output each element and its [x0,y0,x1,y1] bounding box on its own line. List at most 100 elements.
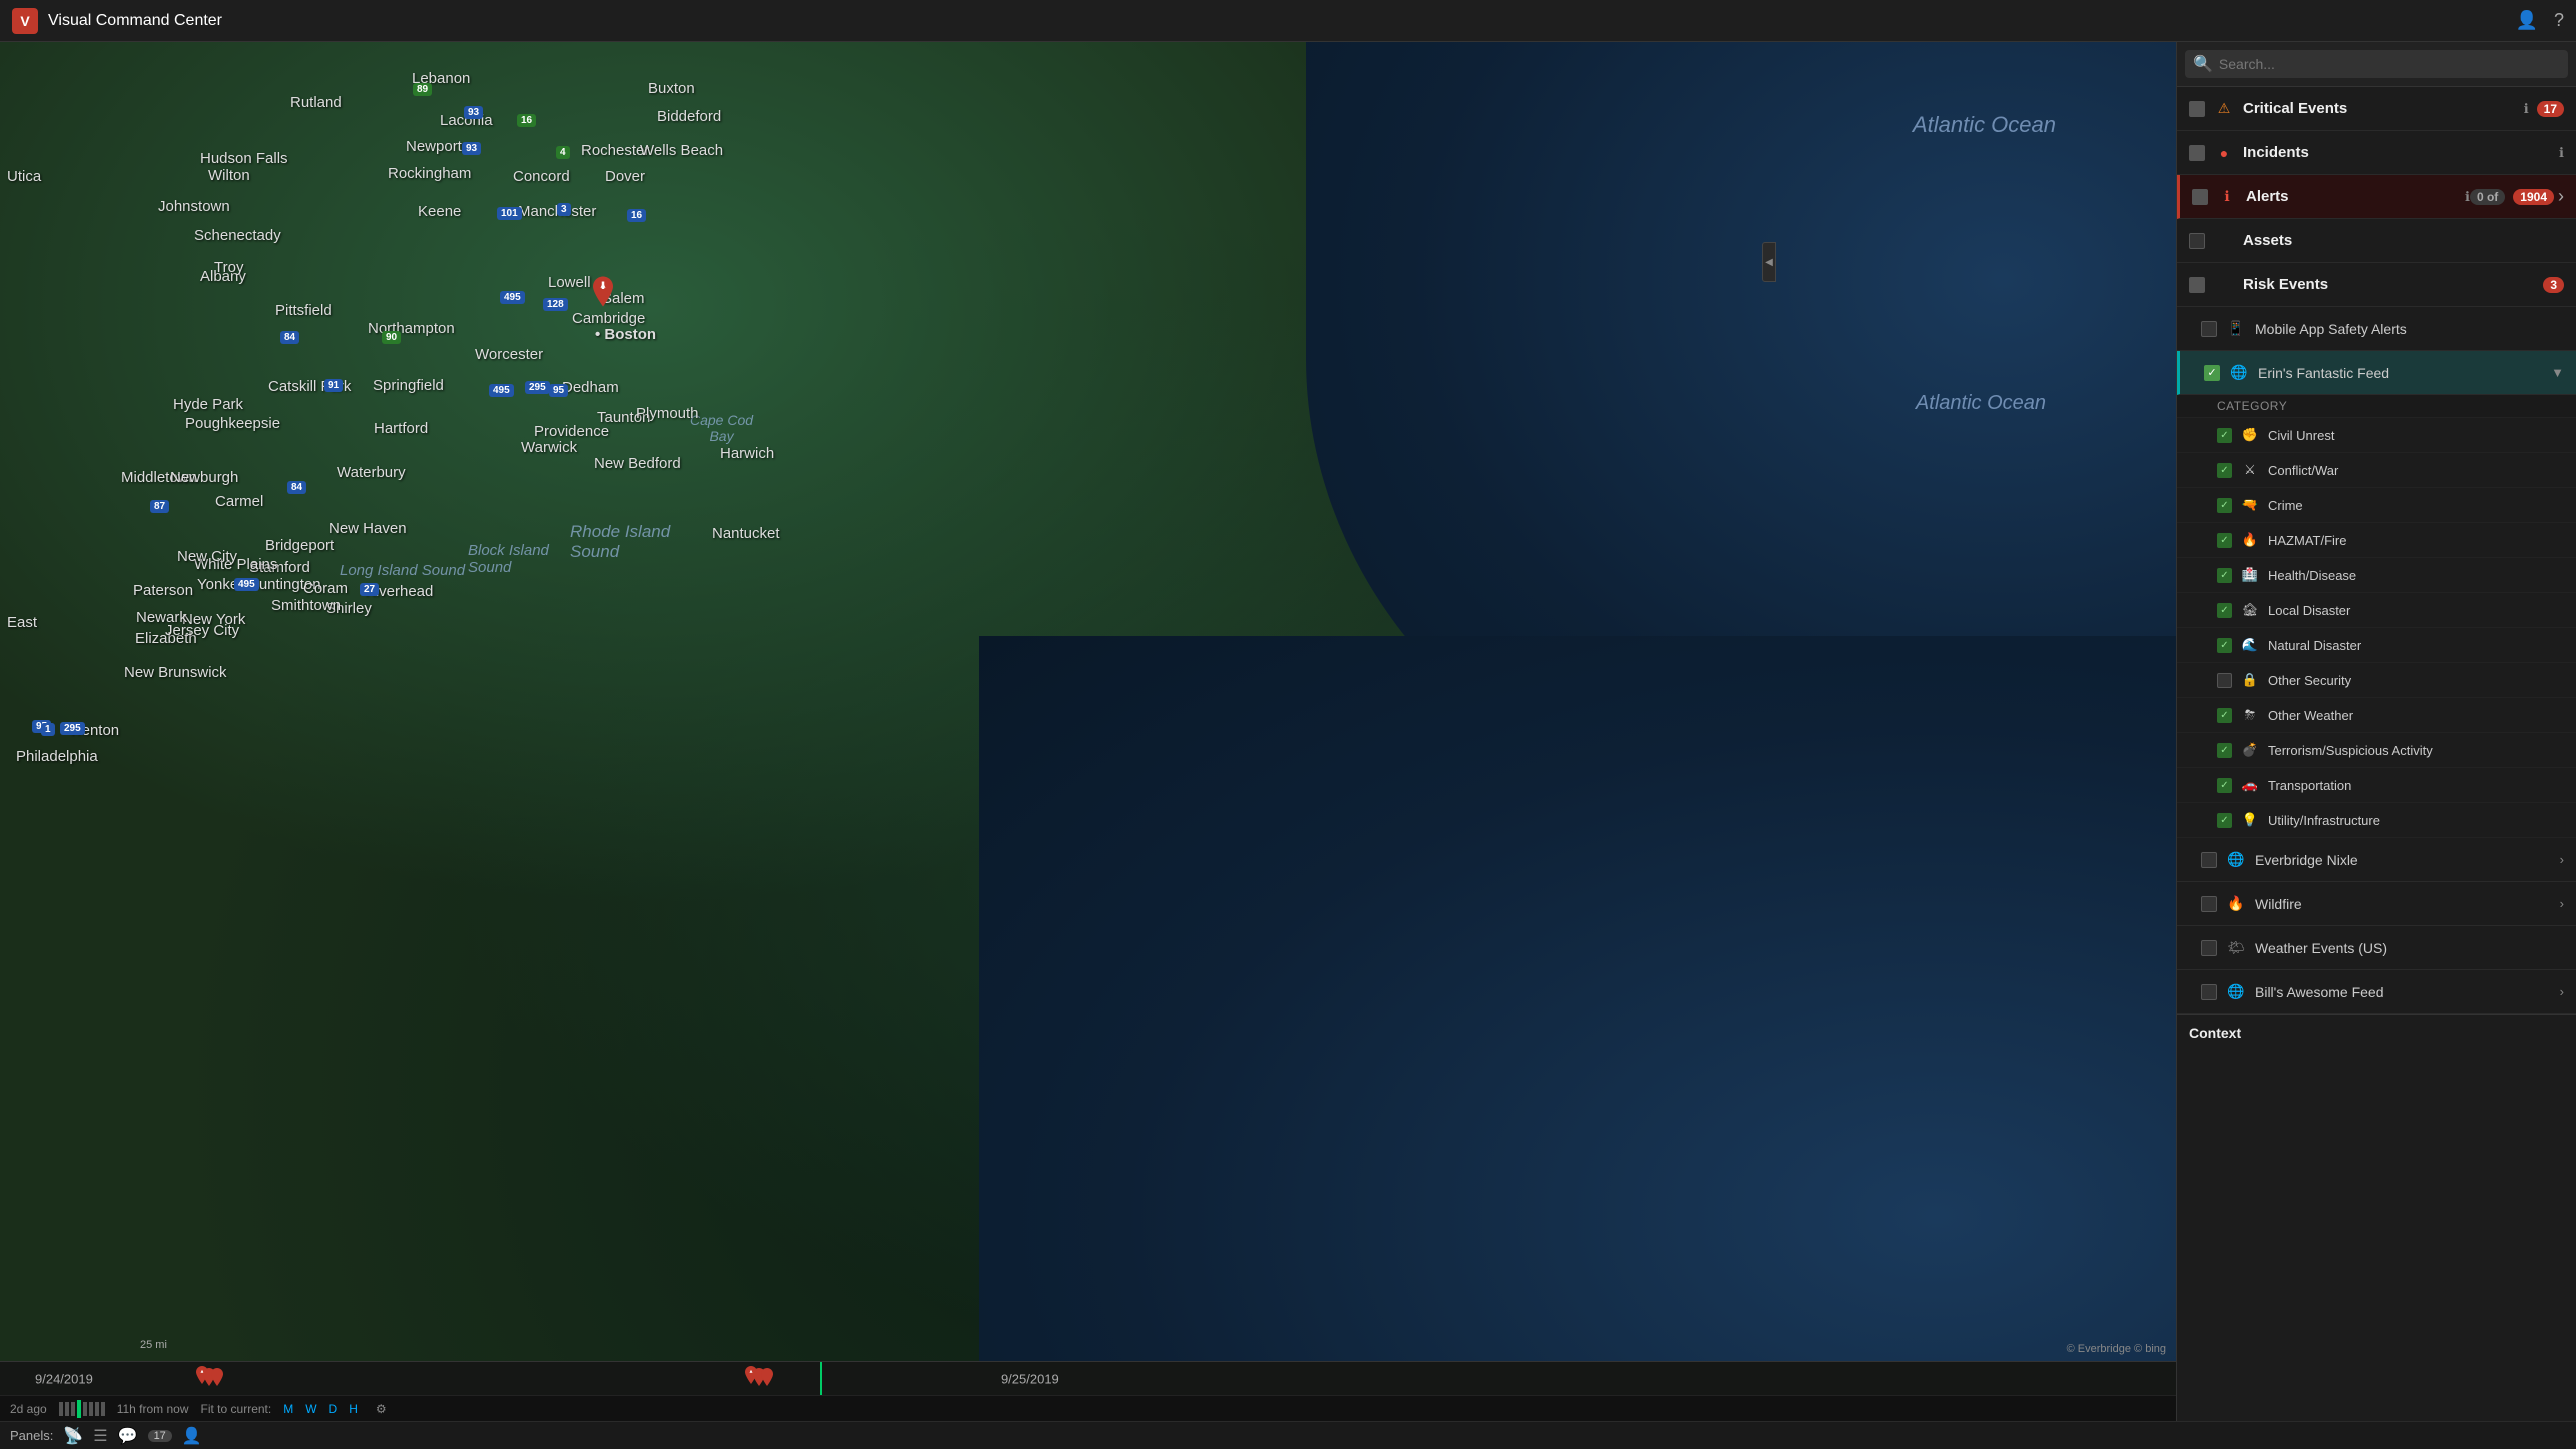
local-disaster-icon: 🏚 [2240,600,2260,620]
critical-events-checkbox[interactable] [2189,101,2205,117]
city-new-haven: New Haven [329,520,407,537]
bills-expand[interactable]: › [2560,984,2564,999]
category-terrorism[interactable]: 💣 Terrorism/Suspicious Activity [2177,733,2576,768]
city-white-plains: White Plains [194,556,277,573]
city-philadelphia: Philadelphia [16,748,98,765]
section-risk-events[interactable]: Risk Events 3 [2177,263,2576,307]
incidents-checkbox[interactable] [2189,145,2205,161]
nixle-icon: 🌐 [2225,849,2247,871]
wildfire-expand[interactable]: › [2560,896,2564,911]
other-weather-checkbox[interactable] [2217,708,2232,723]
city-new-bedford: New Bedford [594,455,681,472]
alerts-expand-icon[interactable]: › [2558,186,2564,207]
city-warwick: Warwick [521,439,577,456]
highway-128: 128 [543,298,568,311]
feed-erins[interactable]: 🌐 Erin's Fantastic Feed ▼ [2177,351,2576,395]
search-input[interactable] [2219,56,2560,72]
risk-events-label: Risk Events [2243,276,2535,293]
highway-90: 90 [382,331,401,344]
section-incidents[interactable]: ● Incidents ℹ [2177,131,2576,175]
category-health[interactable]: 🏥 Health/Disease [2177,558,2576,593]
weather-events-checkbox[interactable] [2201,940,2217,956]
utility-checkbox[interactable] [2217,813,2232,828]
critical-events-info[interactable]: ℹ [2524,101,2529,117]
section-critical-events[interactable]: ⚠ Critical Events ℹ 17 [2177,87,2576,131]
search-icon: 🔍 [2193,54,2213,74]
alerts-checkbox[interactable] [2192,189,2208,205]
timeline-bar[interactable]: 9/24/2019 9/25/2019 [0,1362,2176,1395]
crime-checkbox[interactable] [2217,498,2232,513]
conflict-war-checkbox[interactable] [2217,463,2232,478]
local-disaster-checkbox[interactable] [2217,603,2232,618]
transportation-checkbox[interactable] [2217,778,2232,793]
category-other-weather[interactable]: ⛈ Other Weather [2177,698,2576,733]
bills-checkbox[interactable] [2201,984,2217,1000]
civil-unrest-checkbox[interactable] [2217,428,2232,443]
category-utility[interactable]: 💡 Utility/Infrastructure [2177,803,2576,838]
nixle-checkbox[interactable] [2201,852,2217,868]
wildfire-checkbox[interactable] [2201,896,2217,912]
erins-checkbox[interactable] [2204,365,2220,381]
category-natural-disaster[interactable]: 🌊 Natural Disaster [2177,628,2576,663]
terrorism-checkbox[interactable] [2217,743,2232,758]
other-security-checkbox[interactable] [2217,673,2232,688]
panels-chat-icon[interactable]: 💬 [118,1426,138,1446]
incidents-info[interactable]: ℹ [2559,145,2564,161]
city-albany: Albany [200,268,246,285]
category-local-disaster[interactable]: 🏚 Local Disaster [2177,593,2576,628]
highway-16b: 16 [627,209,646,222]
city-rockingham: Rockingham [388,165,471,182]
category-transportation[interactable]: 🚗 Transportation [2177,768,2576,803]
natural-disaster-icon: 🌊 [2240,635,2260,655]
mobile-app-checkbox[interactable] [2201,321,2217,337]
map-area[interactable]: Atlantic Ocean Atlantic Ocean Rhode Isla… [0,42,2176,1421]
time-mode-d[interactable]: D [329,1402,338,1416]
timeline-settings-icon[interactable]: ⚙ [376,1402,387,1416]
health-checkbox[interactable] [2217,568,2232,583]
city-elizabeth: Elizabeth [135,630,197,647]
category-crime[interactable]: 🔫 Crime [2177,488,2576,523]
panel-toggle[interactable]: ◀ [1762,242,1776,282]
search-bar: 🔍 [2177,42,2576,87]
time-from-now: 11h from now [117,1402,189,1416]
feed-weather-events[interactable]: 🌤 Weather Events (US) [2177,926,2576,970]
feed-wildfire[interactable]: 🔥 Wildfire › [2177,882,2576,926]
city-poughkeepsie: Poughkeepsie [185,415,280,432]
panels-list-icon[interactable]: ☰ [93,1426,107,1446]
feed-bills[interactable]: 🌐 Bill's Awesome Feed › [2177,970,2576,1014]
wildfire-label: Wildfire [2255,896,2560,912]
category-hazmat[interactable]: 🔥 HAZMAT/Fire [2177,523,2576,558]
erins-expand[interactable]: ▼ [2551,365,2564,380]
time-mode-h[interactable]: H [349,1402,358,1416]
map-marker-lowell [588,274,618,308]
highway-3: 3 [557,203,571,216]
hazmat-checkbox[interactable] [2217,533,2232,548]
nixle-expand[interactable]: › [2560,852,2564,867]
user-icon[interactable]: 👤 [2516,10,2538,31]
assets-checkbox[interactable] [2189,233,2205,249]
category-civil-unrest[interactable]: ✊ Civil Unrest [2177,418,2576,453]
time-mode-m[interactable]: M [283,1402,293,1416]
category-conflict-war[interactable]: ⚔ Conflict/War [2177,453,2576,488]
critical-events-label: Critical Events [2243,100,2520,117]
section-alerts[interactable]: ℹ Alerts ℹ 0 of 1904 › [2177,175,2576,219]
health-icon: 🏥 [2240,565,2260,585]
help-icon[interactable]: ? [2554,10,2564,31]
context-label: Context [2189,1025,2241,1041]
feed-mobile-app[interactable]: 📱 Mobile App Safety Alerts [2177,307,2576,351]
tl-event-3 [208,1366,226,1393]
assets-icon [2213,230,2235,252]
assets-label: Assets [2243,232,2564,249]
feed-everbridge-nixle[interactable]: 🌐 Everbridge Nixle › [2177,838,2576,882]
category-other-security[interactable]: 🔒 Other Security [2177,663,2576,698]
panels-feed-icon[interactable]: 📡 [63,1426,83,1446]
context-header[interactable]: Context [2177,1015,2576,1051]
section-assets[interactable]: Assets [2177,219,2576,263]
risk-events-checkbox[interactable] [2189,277,2205,293]
natural-disaster-checkbox[interactable] [2217,638,2232,653]
time-mode-w[interactable]: W [305,1402,316,1416]
panels-person-icon[interactable]: 👤 [182,1426,202,1446]
search-input-wrap[interactable]: 🔍 [2185,50,2568,78]
tl-event-6 [758,1366,776,1393]
city-wells-beach: Wells Beach [640,142,723,159]
